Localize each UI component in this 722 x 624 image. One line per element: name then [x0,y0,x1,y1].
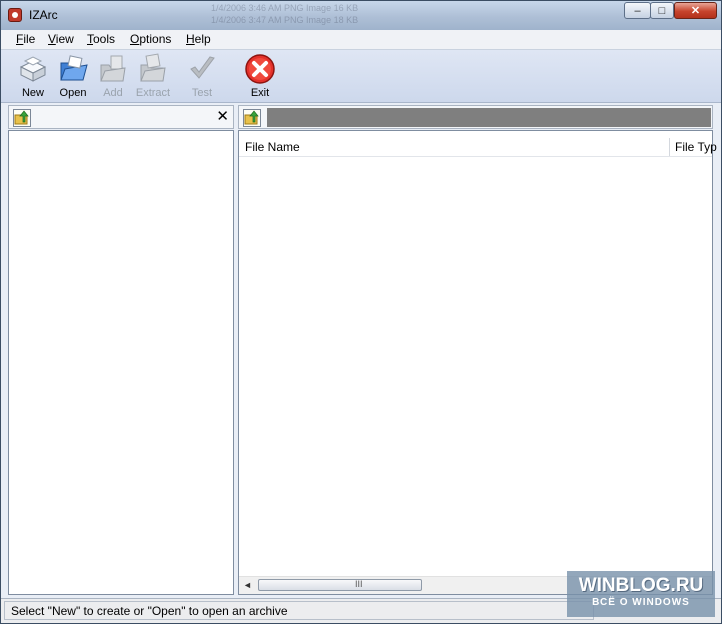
file-list-header [238,105,713,129]
watermark-line2: ВСЁ О WINDOWS [592,597,690,608]
toolbar: New Open Add Extract Test Exit [1,50,721,103]
add-button[interactable]: Add [91,53,135,99]
minimize-button[interactable]: – [624,2,651,19]
watermark-logo: WINBLOG.RU ВСЁ О WINDOWS [567,571,715,617]
close-button[interactable]: ✕ [674,2,717,19]
exit-icon [245,54,275,84]
extract-button-label: Extract [135,87,171,99]
add-button-label: Add [103,87,123,99]
close-panel-icon[interactable]: ✕ [216,107,229,125]
folder-up-icon [244,110,259,125]
title-bar[interactable]: IZArc 1/4/2006 3:46 AM PNG Image 16 KB 1… [1,1,721,30]
archive-path-bar [267,108,711,127]
scrollbar-grip-icon: III [355,579,363,589]
folder-tree[interactable] [8,130,234,595]
extract-button[interactable]: Extract [131,53,175,99]
folder-up-icon [14,110,29,125]
file-list-panel: File Name File Typ ◄ III [238,105,717,595]
menu-view[interactable]: View [48,32,74,46]
new-button-label: New [21,87,44,99]
maximize-button[interactable]: □ [650,2,674,19]
menu-file[interactable]: File [16,32,35,46]
izarc-app-icon[interactable] [8,8,22,22]
folder-tree-header: ✕ [8,105,234,129]
exit-button-label: Exit [250,87,270,99]
menu-options[interactable]: Options [130,32,171,46]
add-files-icon [100,55,126,82]
menu-bar: File View Tools Options Help [1,30,721,50]
column-separator[interactable] [669,138,670,156]
open-button-label: Open [59,87,87,99]
exit-button[interactable]: Exit [238,53,282,99]
file-list[interactable]: File Name File Typ ◄ III [238,130,717,595]
open-button[interactable]: Open [51,53,95,99]
file-list-column-header: File Name File Typ [239,136,717,157]
menu-help[interactable]: Help [186,32,211,46]
test-button-label: Test [191,87,213,99]
status-cell: Select "New" to create or "Open" to open… [4,601,594,620]
scroll-left-arrow-icon[interactable]: ◄ [243,580,252,590]
column-file-type[interactable]: File Typ [675,140,717,154]
folder-tree-panel: ✕ [8,105,234,595]
new-archive-icon [19,56,47,82]
watermark-line1: WINBLOG.RU [578,575,704,596]
menu-tools[interactable]: Tools [87,32,115,46]
open-folder-icon [60,55,88,81]
background-window-text: 1/4/2006 3:46 AM PNG Image 16 KB 1/4/200… [211,3,359,25]
check-icon [190,56,215,79]
archive-up-button[interactable] [243,109,261,127]
column-file-name[interactable]: File Name [245,140,300,154]
folder-up-button[interactable] [13,109,31,127]
extract-folder-icon [140,53,166,82]
new-button[interactable]: New [11,53,55,99]
test-button[interactable]: Test [180,53,224,99]
status-text: Select "New" to create or "Open" to open… [11,604,288,618]
scrollbar-thumb[interactable]: III [258,579,422,591]
window-title: IZArc [29,8,58,22]
izarc-window: IZArc 1/4/2006 3:46 AM PNG Image 16 KB 1… [0,0,722,624]
